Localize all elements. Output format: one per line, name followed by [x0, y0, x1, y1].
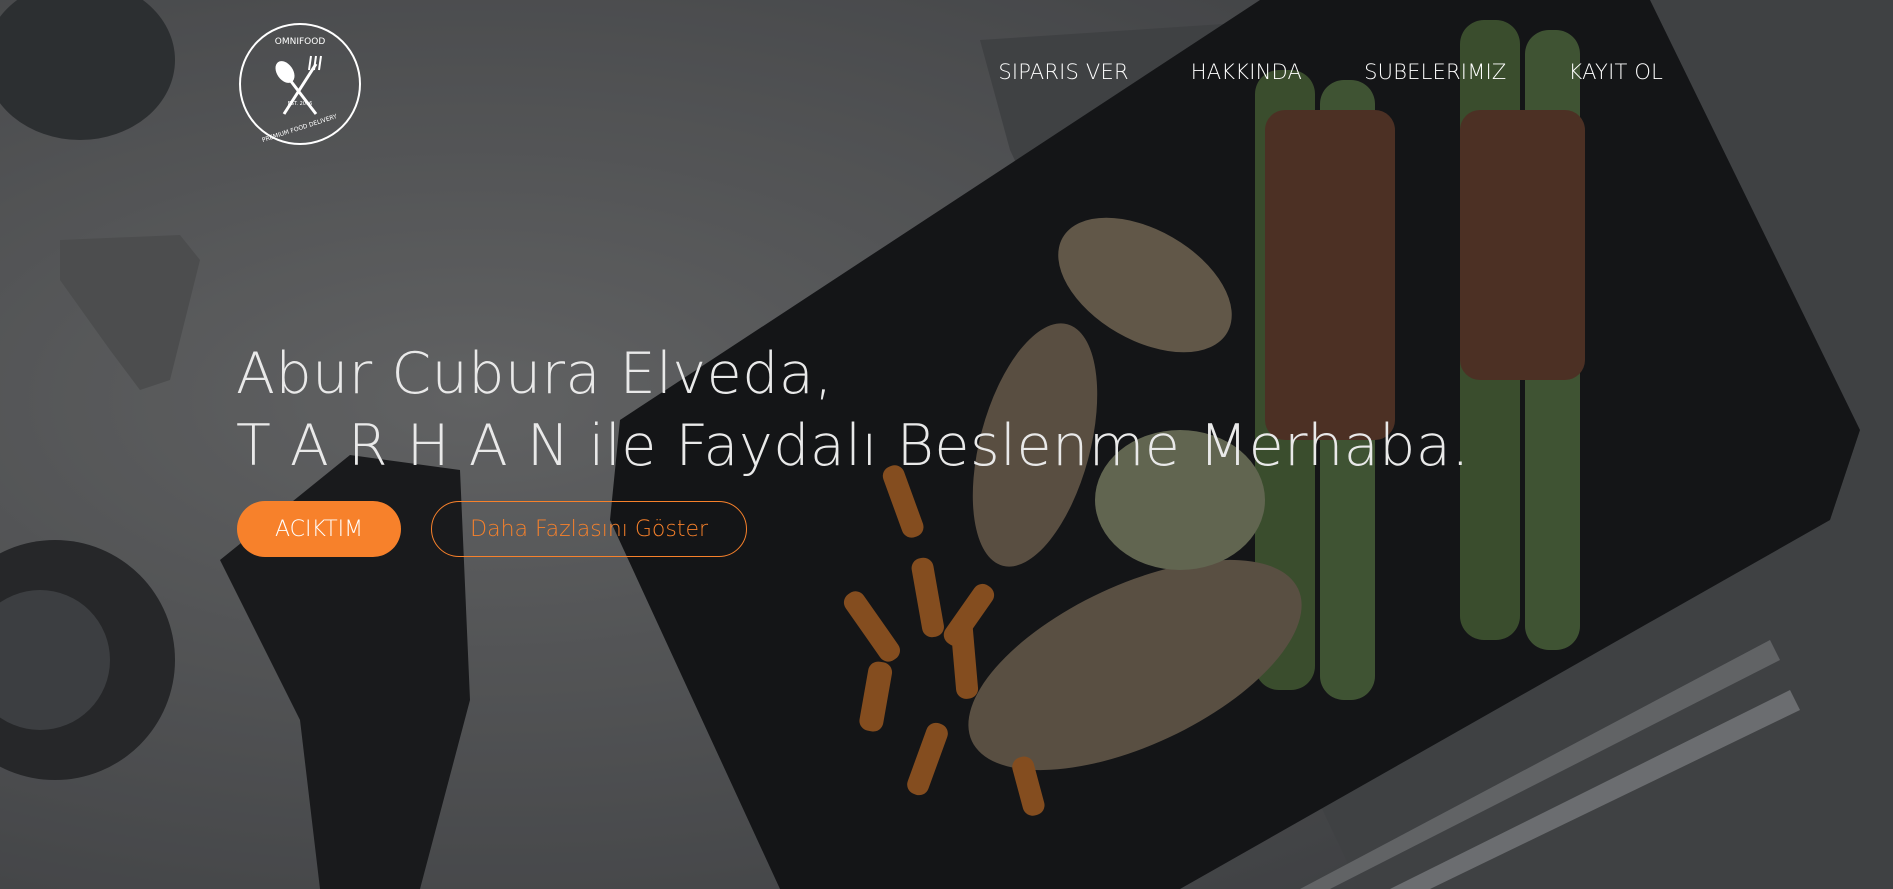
- show-more-button[interactable]: Daha Fazlasını Göster: [431, 501, 748, 557]
- nav-hakkinda[interactable]: HAKKINDA: [1191, 60, 1302, 84]
- nav-kayit-ol[interactable]: KAYIT OL: [1569, 60, 1664, 84]
- omnifood-logo[interactable]: OMNIFOOD EST. 2016 PREMIUM FOOD DELIVERY: [238, 22, 362, 146]
- hero-cta-group: ACIKTIM Daha Fazlasını Göster: [237, 501, 748, 557]
- hero-headline-line2: T A R H A N ile Faydalı Beslenme Merhaba…: [236, 413, 1470, 479]
- logo-bottom-text: PREMIUM FOOD DELIVERY: [261, 113, 338, 144]
- logo-mid-text: EST. 2016: [288, 101, 313, 107]
- nav-siparis-ver[interactable]: SIPARIS VER: [998, 60, 1128, 84]
- nav-subelerimiz[interactable]: SUBELERIMIZ: [1364, 60, 1506, 84]
- hero-section: OMNIFOOD EST. 2016 PREMIUM FOOD DELIVERY…: [0, 0, 1893, 889]
- main-nav: SIPARIS VER HAKKINDA SUBELERIMIZ KAYIT O…: [998, 60, 1663, 84]
- aciktim-button[interactable]: ACIKTIM: [237, 501, 402, 557]
- hero-headline: Abur Cubura Elveda, T A R H A N ile Fayd…: [236, 338, 1470, 482]
- hero-headline-line1: Abur Cubura Elveda,: [236, 341, 833, 407]
- logo-top-text: OMNIFOOD: [275, 37, 326, 47]
